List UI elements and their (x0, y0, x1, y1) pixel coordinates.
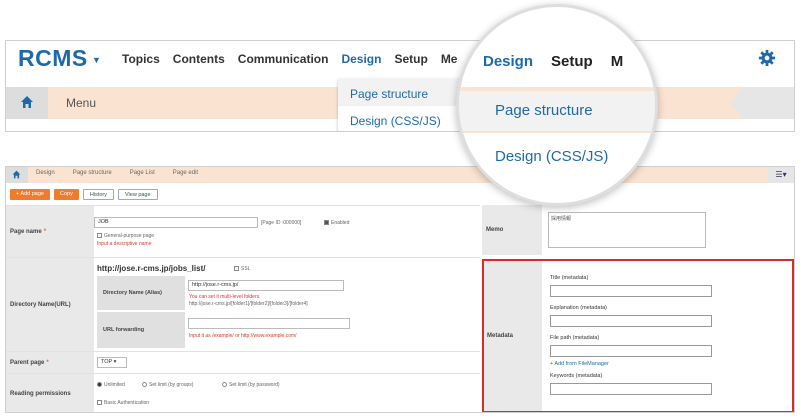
nav-setup[interactable]: Setup (394, 52, 427, 66)
menu-label: Menu (66, 96, 97, 110)
page-name-hint: Input a descriptive name (97, 241, 152, 247)
nav-contents[interactable]: Contents (173, 52, 225, 66)
magnified-page-structure[interactable]: Page structure (459, 91, 655, 131)
logo[interactable]: RCMS (18, 45, 88, 72)
permission-groups-radio[interactable]: Set limit (by groups) (142, 382, 193, 388)
directory-label: Directory Name(URL) (6, 258, 94, 351)
alias-hint-2: http://jose.r-cms.jp/[folder1]/[folder2]… (189, 301, 308, 307)
toolbar: + Add page Copy History View page (10, 189, 158, 200)
meta-explanation-label: Explanation (metadata) (550, 305, 607, 311)
meta-file-path-label: File path (metadata) (550, 335, 600, 341)
breadcrumb-design[interactable]: Design (36, 170, 55, 176)
magnified-nav-design[interactable]: Design (483, 53, 533, 70)
page-name-row: Page name * JOB [Page ID :000000] Enabled… (6, 205, 480, 257)
right-panel: Memo 採用情報 Metadata Title (metadata) Expl… (482, 205, 794, 412)
url-forwarding-input[interactable] (188, 318, 350, 329)
hamburger-menu-button[interactable] (730, 87, 794, 119)
permission-password-radio[interactable]: Set limit (by password) (222, 382, 280, 388)
meta-keywords-input[interactable] (550, 383, 712, 395)
breadcrumb-menu-icon[interactable]: ☰▾ (768, 167, 794, 183)
breadcrumb-page-list[interactable]: Page List (130, 170, 155, 176)
directory-url-text: http://jose.r-cms.jp/jobs_list/ (97, 264, 206, 273)
url-forwarding-hint: Input it as /example/ or http://www.exam… (189, 333, 297, 339)
meta-file-path-input[interactable] (550, 345, 712, 357)
breadcrumb-page-structure[interactable]: Page structure (73, 170, 112, 176)
meta-explanation-input[interactable] (550, 315, 712, 327)
parent-page-select[interactable]: TOP ▾ (97, 357, 127, 368)
general-purpose-checkbox[interactable]: General-purpose page (97, 233, 154, 239)
alias-hint-1: You can set it multi-level folders. (189, 294, 261, 300)
memo-label: Memo (482, 205, 542, 255)
breadcrumb-bar: Design Page structure Page List Page edi… (6, 167, 794, 183)
add-from-filemanager-link[interactable]: + Add from FileManager (550, 361, 609, 367)
navbar: RCMS ▼ Topics Contents Communication Des… (6, 41, 794, 79)
nav-design[interactable]: Design (341, 52, 381, 66)
basic-auth-checkbox[interactable]: Basic Authentication (97, 400, 149, 406)
alias-label: Directory Name (Alias) (97, 276, 185, 310)
gear-icon[interactable] (758, 49, 776, 67)
top-screenshot-crop: RCMS ▼ Topics Contents Communication Des… (5, 40, 795, 132)
metadata-label: Metadata (484, 261, 542, 411)
view-page-button[interactable]: View page (117, 189, 158, 200)
home-icon (12, 170, 21, 179)
breadcrumb-page-edit: Page edit (172, 170, 199, 176)
magnified-nav-setup[interactable]: Setup (551, 53, 593, 70)
ssl-checkbox[interactable]: SSL (234, 266, 250, 272)
magnified-nav: Design Setup M (483, 53, 623, 70)
enabled-checkbox[interactable]: Enabled (324, 220, 349, 226)
meta-keywords-label: Keywords (metadata) (550, 373, 603, 379)
breadcrumb-home-button[interactable] (6, 167, 28, 183)
add-page-button[interactable]: + Add page (10, 189, 50, 200)
alias-input[interactable]: http://jose.r-cms.jp/ (188, 280, 344, 291)
memo-textarea[interactable]: 採用情報 (548, 212, 706, 248)
history-button[interactable]: History (82, 189, 114, 200)
home-button[interactable] (6, 87, 48, 119)
parent-page-label: Parent page * (6, 352, 94, 373)
reading-permissions-label: Reading permissions (6, 374, 94, 412)
url-forwarding-label: URL forwarding (97, 312, 185, 348)
nav-communication[interactable]: Communication (238, 52, 329, 66)
page-name-label: Page name * (6, 206, 94, 257)
page-id-text: [Page ID :000000] (261, 220, 302, 226)
magnified-design-css-js[interactable]: Design (CSS/JS) (459, 137, 655, 177)
nav-me[interactable]: Me (441, 52, 458, 66)
parent-page-row: Parent page * TOP ▾ (6, 351, 480, 373)
home-icon (21, 96, 33, 108)
directory-row: Directory Name(URL) http://jose.r-cms.jp… (6, 257, 480, 351)
meta-title-label: Title (metadata) (550, 275, 589, 281)
nav-menu: Topics Contents Communication Design Set… (122, 52, 457, 66)
nav-topics[interactable]: Topics (122, 52, 160, 66)
copy-button[interactable]: Copy (54, 189, 79, 200)
reading-permissions-row: Reading permissions Unlimited Set limit … (6, 373, 480, 412)
page-name-input[interactable]: JOB (94, 217, 258, 228)
magnifier-callout: Design Setup M Page structure Design (CS… (456, 4, 658, 206)
breadcrumb: Design Page structure Page List Page edi… (36, 170, 198, 176)
metadata-highlight-frame: Metadata Title (metadata) Explanation (m… (482, 259, 794, 412)
magnified-nav-me[interactable]: M (611, 53, 624, 70)
meta-title-input[interactable] (550, 285, 712, 297)
permission-unlimited-radio[interactable]: Unlimited (97, 382, 125, 388)
logo-caret-icon[interactable]: ▼ (92, 55, 101, 65)
bottom-screenshot-crop: Design Page structure Page List Page edi… (5, 166, 795, 413)
